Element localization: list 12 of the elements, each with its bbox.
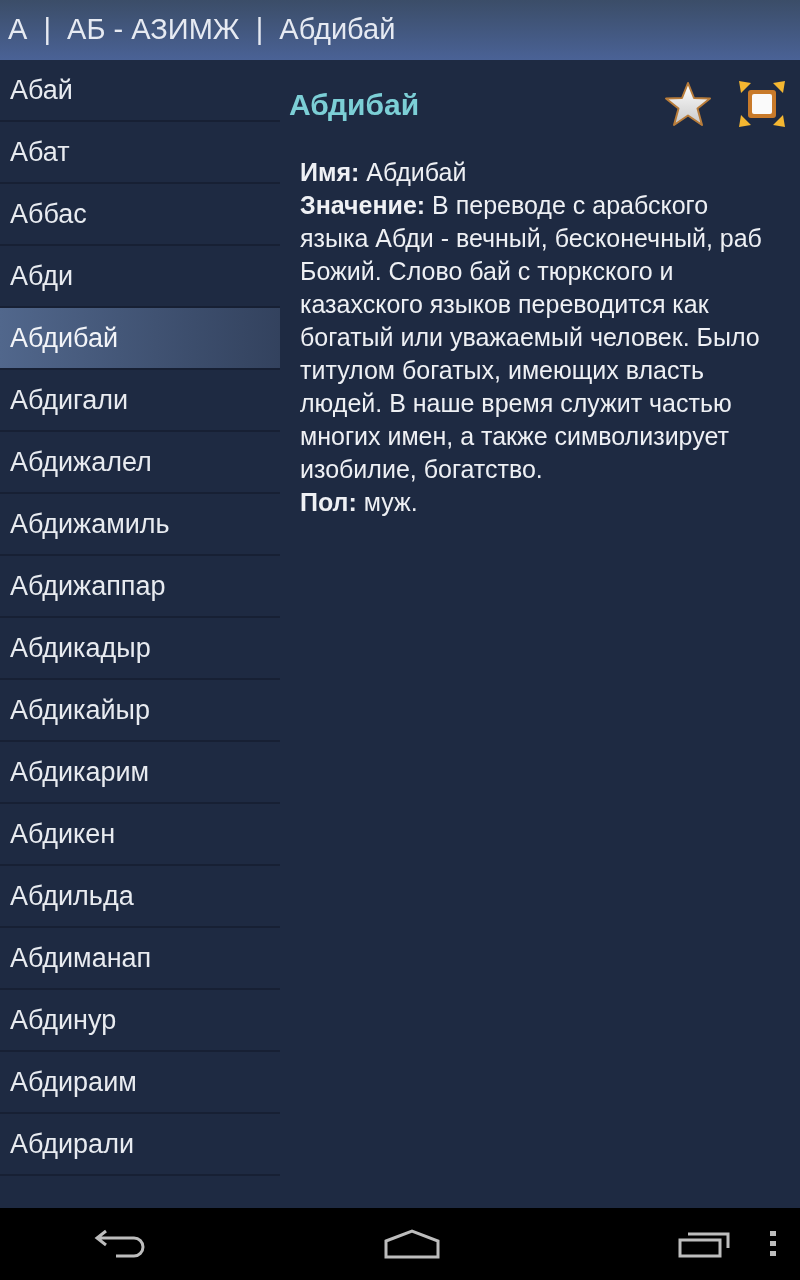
star-icon[interactable]: [664, 81, 712, 127]
menu-icon[interactable]: [770, 1231, 776, 1257]
detail-text: Значение: В переводе с арабского языка Абди - вечный, бесконечный, раб Божий. Слово бай с тюркского и казахского языков переводится как богатый или уважаемый человек. Было титулом богатых, имеющих власть людей. В наше время служит частью многих имен, а также символизирует изобилие, богатство.: [300, 190, 763, 485]
name-list-item[interactable]: Абдибай: [0, 308, 280, 370]
back-icon[interactable]: [94, 1229, 146, 1259]
detail-text: Пол: муж.: [300, 487, 419, 518]
detail-text: Имя: Абдибай: [300, 157, 468, 188]
name-heading: Абдибай: [289, 86, 420, 123]
home-icon[interactable]: [384, 1229, 440, 1259]
recent-apps-icon[interactable]: [678, 1230, 730, 1258]
fullscreen-icon[interactable]: [738, 80, 786, 128]
title-text: А | АБ - АЗИМЖ | Абдибай: [8, 12, 396, 48]
